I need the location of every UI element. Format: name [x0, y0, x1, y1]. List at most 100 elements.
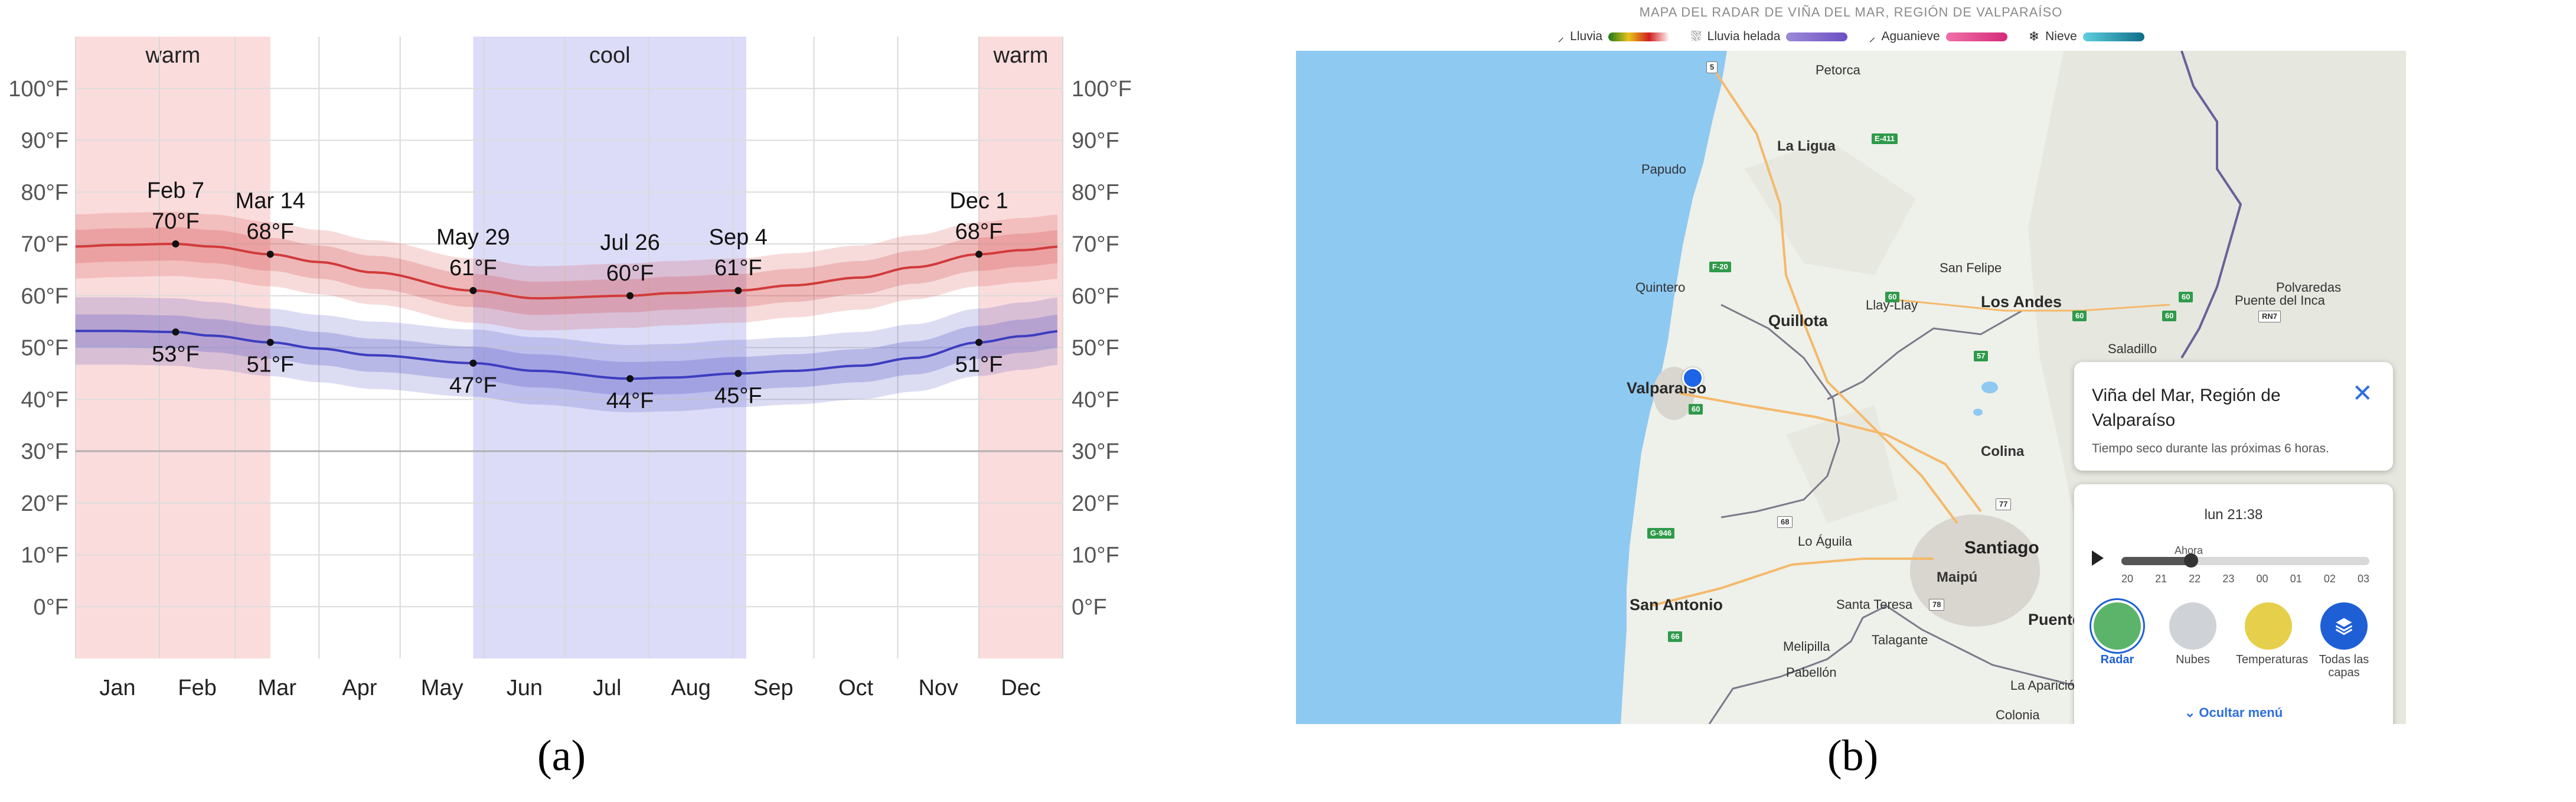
- precipitation-legend: ⸝ Lluvia ⛆ Lluvia helada ⸝ Aguanieve ❄ Nieve: [1296, 26, 2406, 47]
- location-info-card: Viña del Mar, Región de Valparaíso Tiemp…: [2074, 362, 2393, 471]
- legend-item: ⸝ Lluvia: [1558, 28, 1670, 45]
- x-tick-label: May: [421, 676, 463, 700]
- place-label: Pabellón: [1786, 665, 1837, 680]
- y-tick-label-left: 10°F: [21, 543, 68, 568]
- layer-option[interactable]: Todas las capas: [2311, 602, 2376, 679]
- annotation-point: [626, 292, 634, 299]
- x-tick-label: Oct: [838, 676, 874, 700]
- close-icon[interactable]: ✕: [2352, 379, 2373, 407]
- legend-label: Aguanieve: [1881, 30, 1940, 43]
- annotation-value: 44°F: [606, 389, 654, 413]
- annotation-point: [734, 370, 742, 377]
- rain-icon: ⸝: [1558, 30, 1565, 44]
- layer-label: Todas las capas: [2319, 653, 2369, 679]
- road-shield: 60: [1885, 292, 1900, 302]
- layer-option[interactable]: Nubes: [2160, 602, 2225, 666]
- legend-label: Lluvia: [1570, 30, 1603, 43]
- layer-label: Radar: [2100, 653, 2134, 666]
- timeline-hour-tick: 00: [2256, 573, 2268, 585]
- play-icon[interactable]: [2092, 550, 2104, 566]
- layer-label: Nubes: [2176, 653, 2210, 666]
- road-shield: 78: [1929, 599, 1945, 611]
- snow-icon: ❄: [2028, 29, 2040, 44]
- place-label: Melipilla: [1783, 639, 1830, 654]
- caption-a: (a): [537, 732, 586, 780]
- location-marker[interactable]: [1682, 367, 1703, 389]
- x-tick-label: Jan: [99, 676, 135, 700]
- y-tick-label-left: 90°F: [21, 129, 68, 154]
- y-tick-label-right: 30°F: [1072, 439, 1119, 464]
- y-tick-label-right: 40°F: [1072, 387, 1119, 412]
- place-label: Lo Águila: [1798, 534, 1852, 549]
- place-label: La Aparición: [2010, 678, 2082, 693]
- y-tick-label-right: 80°F: [1072, 180, 1119, 205]
- place-label: Petorca: [1816, 63, 1860, 77]
- x-tick-label: Nov: [918, 676, 958, 700]
- annotation-value: 60°F: [606, 261, 654, 286]
- legend-label: Lluvia helada: [1707, 30, 1781, 43]
- annotation-point: [469, 359, 477, 367]
- annotation-date: Feb 7: [147, 178, 204, 203]
- road-shield: 57: [1974, 351, 1989, 361]
- timeline-slider-handle[interactable]: [2183, 553, 2198, 568]
- region-border: [1827, 309, 2064, 400]
- y-tick-label-right: 0°F: [1072, 595, 1107, 620]
- annotation-value: 47°F: [449, 373, 497, 398]
- annotation-value: 51°F: [955, 353, 1003, 377]
- place-label: Saladillo: [2108, 341, 2157, 356]
- timeline-slider[interactable]: [2121, 553, 2369, 568]
- y-tick-label-left: 80°F: [21, 180, 68, 205]
- place-label: Quintero: [1635, 280, 1686, 295]
- y-tick-label-left: 20°F: [21, 491, 68, 516]
- layer-selector: Radar Nubes Temperaturas Todas las capas: [2085, 602, 2386, 685]
- panel-a-temperature-chart: warm cool warm Jan Feb Mar Apr May Jun Jul Aug Sep O…: [0, 0, 1157, 802]
- annotation-value: 53°F: [152, 342, 200, 367]
- legend-color-ramp: [1945, 32, 2007, 41]
- season-label: warm: [993, 43, 1049, 68]
- y-tick-label-left: 0°F: [33, 595, 68, 620]
- x-tick-label: Apr: [342, 676, 377, 700]
- annotation-point: [626, 375, 634, 383]
- timeline-panel: lun 21:38 Ahora 20 21 22 23 00 01 02 03 Radar Nu…: [2074, 484, 2393, 724]
- annotation-point: [975, 338, 982, 346]
- temperature-chart: warm cool warm Jan Feb Mar Apr May Jun Jul Aug Sep O…: [8, 37, 1132, 700]
- caption-b: (b): [1827, 732, 1879, 780]
- layer-option[interactable]: Radar: [2085, 602, 2150, 666]
- place-label: Colina: [1981, 444, 2025, 459]
- y-tick-label-right: 90°F: [1072, 129, 1119, 154]
- legend-item: ⛆ Lluvia helada: [1691, 29, 1848, 44]
- y-tick-label-right: 60°F: [1072, 284, 1119, 309]
- map-legend-title: MAPA DEL RADAR DE VIÑA DEL MAR, REGIÓN D…: [1639, 5, 2063, 19]
- clouds-icon: [2169, 602, 2216, 650]
- road-shield: E-411: [1872, 133, 1898, 144]
- layer-option[interactable]: Temperaturas: [2236, 602, 2308, 666]
- y-tick-label-right: 20°F: [1072, 491, 1119, 516]
- panel-b-radar-map: MAPA DEL RADAR DE VIÑA DEL MAR, REGIÓN D…: [1296, 0, 2576, 802]
- timeline-hour-tick: 22: [2189, 573, 2201, 585]
- timeline-hour-tick: 02: [2323, 573, 2336, 585]
- place-label: San Antonio: [1630, 596, 1723, 614]
- chevron-down-icon: ⌄: [2184, 705, 2196, 720]
- hide-menu-label: Ocultar menú: [2199, 705, 2283, 720]
- annotation-value: 61°F: [449, 256, 497, 281]
- timeline-hour-ticks: 20 21 22 23 00 01 02 03: [2121, 573, 2369, 586]
- location-title: Viña del Mar, Región de Valparaíso: [2092, 386, 2281, 430]
- season-label: warm: [145, 43, 200, 68]
- radar-map[interactable]: Petorca La Ligua Papudo Quintero San Felipe L…: [1296, 51, 2406, 724]
- radar-icon: [2094, 602, 2141, 650]
- y-tick-label-left: 100°F: [8, 77, 68, 102]
- annotation-value: 70°F: [152, 209, 200, 234]
- road-shield: F-20: [1709, 262, 1731, 272]
- annotation-value: 68°F: [246, 220, 294, 244]
- x-tick-label: Feb: [178, 676, 216, 700]
- forecast-summary: Tiempo seco durante las próximas 6 horas…: [2092, 442, 2329, 455]
- annotation-date: Mar 14: [236, 189, 305, 214]
- timeline-current-time: lun 21:38: [2204, 507, 2263, 523]
- y-tick-label-right: 100°F: [1072, 77, 1132, 102]
- legend-label: Nieve: [2045, 30, 2077, 43]
- x-tick-label: Dec: [1001, 676, 1041, 700]
- timeline-hour-tick: 21: [2155, 573, 2167, 585]
- hide-menu-button[interactable]: ⌄ Ocultar menú: [2074, 705, 2393, 721]
- road-shield: 60: [2072, 311, 2087, 321]
- road-shield: 60: [1689, 404, 1703, 415]
